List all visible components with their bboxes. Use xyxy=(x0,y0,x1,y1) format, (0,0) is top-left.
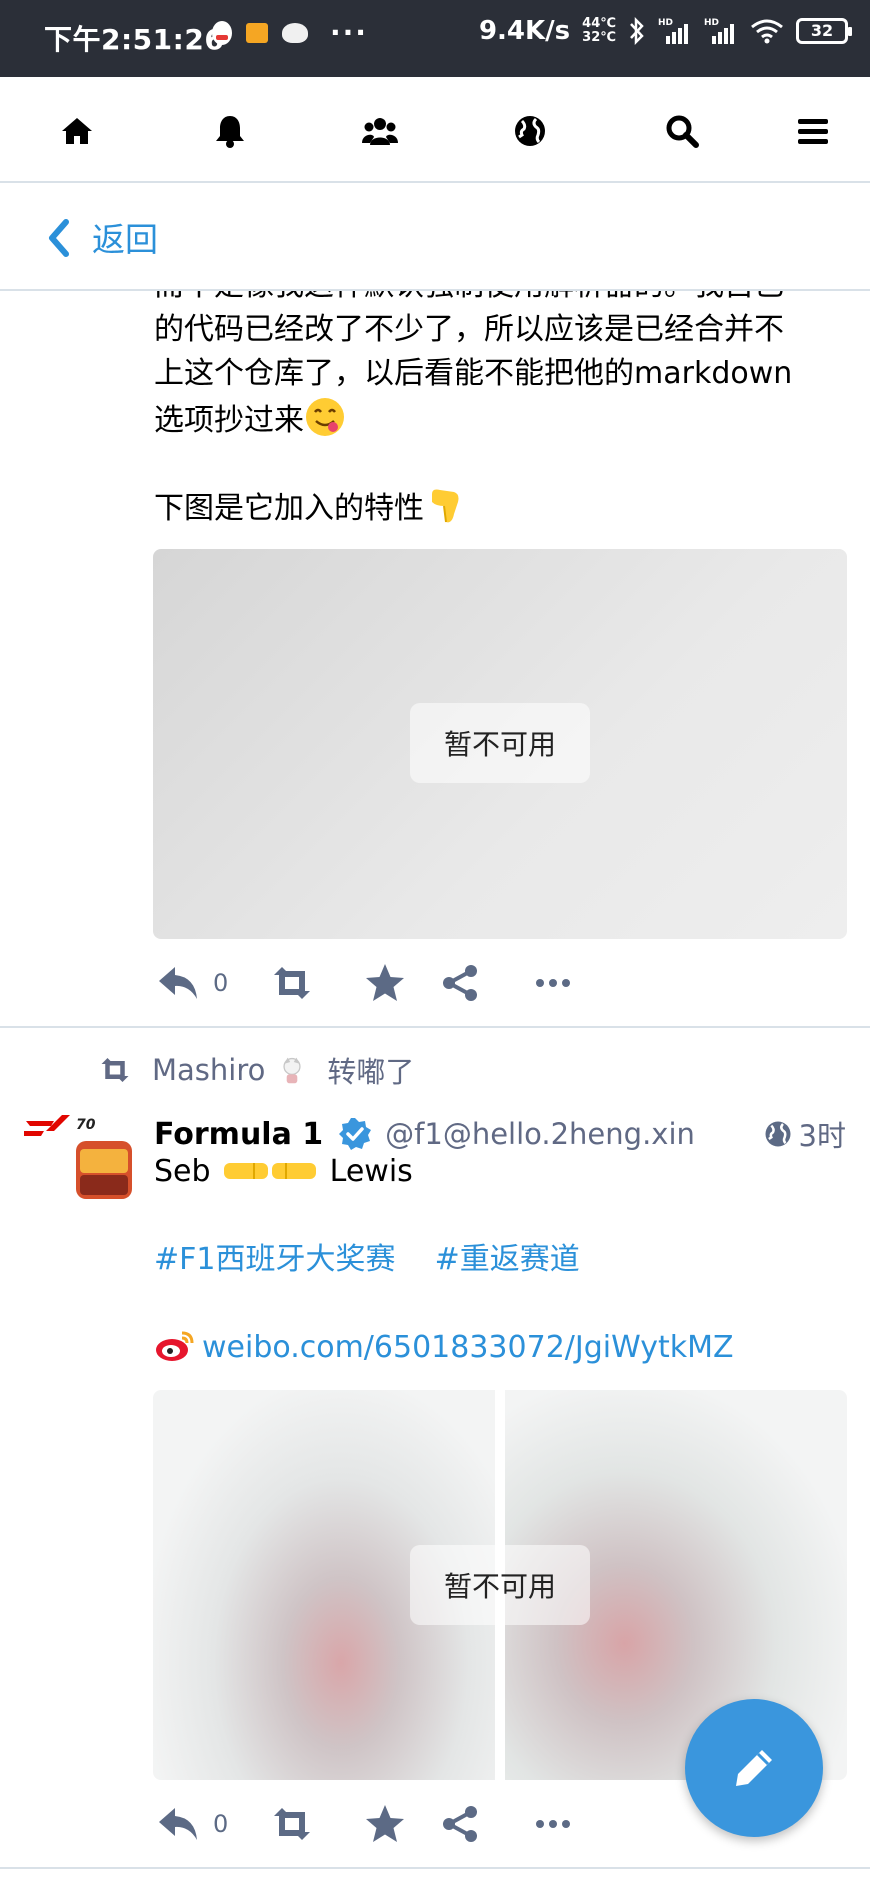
more-notifications: ··· xyxy=(330,16,368,49)
post-1-text-line-2: 的代码已经改了不少了，所以应该是已经合并不 xyxy=(154,312,784,347)
media-unavailable-label: 暂不可用 xyxy=(410,703,590,783)
menu-icon xyxy=(798,119,828,144)
signal-hd-icon-2: HD xyxy=(704,18,734,44)
reply-count: 0 xyxy=(213,1810,229,1838)
hashtag-link[interactable]: #重返赛道 xyxy=(435,1242,580,1277)
compose-button[interactable] xyxy=(685,1699,823,1837)
ellipsis-icon xyxy=(536,1820,570,1828)
avatar[interactable]: 70 xyxy=(24,1109,136,1219)
nav-search[interactable] xyxy=(654,103,710,159)
retweet-icon xyxy=(274,1808,310,1840)
post-1-action-bar: 0 xyxy=(153,953,847,1013)
message-icon xyxy=(246,23,268,43)
share-button[interactable] xyxy=(438,1800,482,1848)
star-icon xyxy=(366,1805,404,1842)
share-button[interactable] xyxy=(438,959,482,1007)
post-1-text-line-4-text: 选项抄过来 xyxy=(154,403,304,438)
bluetooth-icon xyxy=(630,16,644,46)
temp-bottom: 32℃ xyxy=(582,30,616,45)
boost-button[interactable] xyxy=(270,959,314,1007)
temp-top: 44℃ xyxy=(582,16,616,31)
boost-action-label: 转嘟了 xyxy=(327,1055,415,1089)
top-navigation xyxy=(0,77,870,183)
home-icon xyxy=(62,118,92,144)
post-1-text-line-4: 选项抄过来 xyxy=(154,396,854,443)
qq-icon xyxy=(212,21,232,45)
post-1-text-line-5: 下图是它加入的特性 xyxy=(154,484,854,531)
post-1-text-line-1: 而不是像我这样默认强制使用解析器的。我自己 xyxy=(154,291,854,308)
post-2-link-line: weibo.com/6501833072/JgiWytkMZ xyxy=(154,1326,854,1370)
reply-button[interactable]: 0 xyxy=(157,1800,228,1848)
search-icon xyxy=(666,115,699,148)
mashiro-emoji-icon xyxy=(283,1057,301,1084)
fist-bump-emoji-icon xyxy=(224,1163,317,1179)
bell-icon xyxy=(216,116,244,148)
globe-icon xyxy=(515,116,545,146)
boost-button[interactable] xyxy=(270,1800,314,1848)
more-options-button[interactable] xyxy=(531,959,575,1007)
post-1-media[interactable]: 暂不可用 xyxy=(153,549,847,939)
booster-name[interactable]: Mashiro xyxy=(152,1053,265,1087)
nav-local[interactable] xyxy=(352,103,408,159)
verified-badge-icon xyxy=(339,1118,372,1150)
retweet-icon xyxy=(101,1058,129,1082)
retweet-icon xyxy=(274,967,310,999)
nav-home[interactable] xyxy=(49,103,105,159)
weather-icon xyxy=(282,23,308,43)
reply-count: 0 xyxy=(213,969,229,997)
nav-federated[interactable] xyxy=(502,103,558,159)
more-options-button[interactable] xyxy=(531,1800,575,1848)
status-right: 9.4K/s 44℃ 32℃ HD HD 32 xyxy=(478,16,852,46)
battery-indicator: 32 xyxy=(796,18,852,44)
notification-icons: ··· xyxy=(212,16,368,49)
post-1-text-line-3: 上这个仓库了，以后看能不能把他的markdown xyxy=(154,356,793,391)
f1-logo-icon: 70 xyxy=(24,1115,96,1136)
ellipsis-icon xyxy=(536,979,570,987)
post-divider xyxy=(0,1026,870,1028)
reply-icon xyxy=(159,967,197,999)
author-handle[interactable]: @f1@hello.2heng.xin xyxy=(385,1117,695,1151)
post-divider xyxy=(0,1867,870,1869)
pencil-icon xyxy=(736,1750,772,1786)
reply-icon xyxy=(159,1808,197,1840)
boost-indicator: Mashiro 转嘟了 xyxy=(98,1048,414,1092)
relative-time: 3时 xyxy=(798,1119,846,1153)
column-header: 返回 xyxy=(0,185,870,291)
back-button[interactable]: 返回 xyxy=(92,213,158,261)
signal-hd-icon: HD xyxy=(658,18,688,44)
star-icon xyxy=(366,964,404,1001)
hashtag-link[interactable]: #F1西班牙大奖赛 xyxy=(154,1242,395,1277)
chevron-left-icon[interactable] xyxy=(46,218,72,258)
favourite-button[interactable] xyxy=(363,1800,407,1848)
nav-notifications[interactable] xyxy=(202,103,258,159)
share-icon xyxy=(443,965,477,1001)
yum-emoji-icon xyxy=(306,398,344,436)
share-icon xyxy=(443,1806,477,1842)
nav-menu[interactable] xyxy=(785,103,841,159)
post-1-text-line-5-text: 下图是它加入的特性 xyxy=(154,491,424,526)
pointing-down-emoji-icon xyxy=(432,489,459,523)
status-time: 下午2:51:26 xyxy=(44,23,225,56)
weibo-icon xyxy=(156,1331,194,1361)
svg-text:HD: HD xyxy=(704,18,719,28)
globe-icon xyxy=(765,1121,791,1147)
network-speed: 9.4K/s xyxy=(478,16,571,46)
post-2-text-seb: Seb xyxy=(154,1154,211,1189)
svg-text:70: 70 xyxy=(76,1117,96,1133)
svg-text:HD: HD xyxy=(658,18,673,28)
status-bar: 下午2:51:26 ··· 9.4K/s 44℃ 32℃ HD HD 32 xyxy=(0,0,870,77)
author-display-name[interactable]: Formula 1 xyxy=(154,1117,323,1152)
wifi-icon xyxy=(751,19,783,44)
post-2-text-line-1: Seb Lewis xyxy=(154,1150,854,1194)
favourite-button[interactable] xyxy=(363,959,407,1007)
post-2-text-lewis: Lewis xyxy=(329,1154,413,1189)
users-icon xyxy=(362,118,398,145)
media-unavailable-label: 暂不可用 xyxy=(410,1545,590,1625)
reply-button[interactable]: 0 xyxy=(157,959,228,1007)
temperature: 44℃ 32℃ xyxy=(582,17,616,45)
post-2-hashtags: #F1西班牙大奖赛 #重返赛道 xyxy=(154,1238,854,1282)
app-screen: 下午2:51:26 ··· 9.4K/s 44℃ 32℃ HD HD 32 返回… xyxy=(0,0,870,1884)
timeline: 而不是像我这样默认强制使用解析器的。我自己 的代码已经改了不少了，所以应该是已经… xyxy=(0,291,870,1884)
weibo-link[interactable]: weibo.com/6501833072/JgiWytkMZ xyxy=(202,1330,734,1365)
